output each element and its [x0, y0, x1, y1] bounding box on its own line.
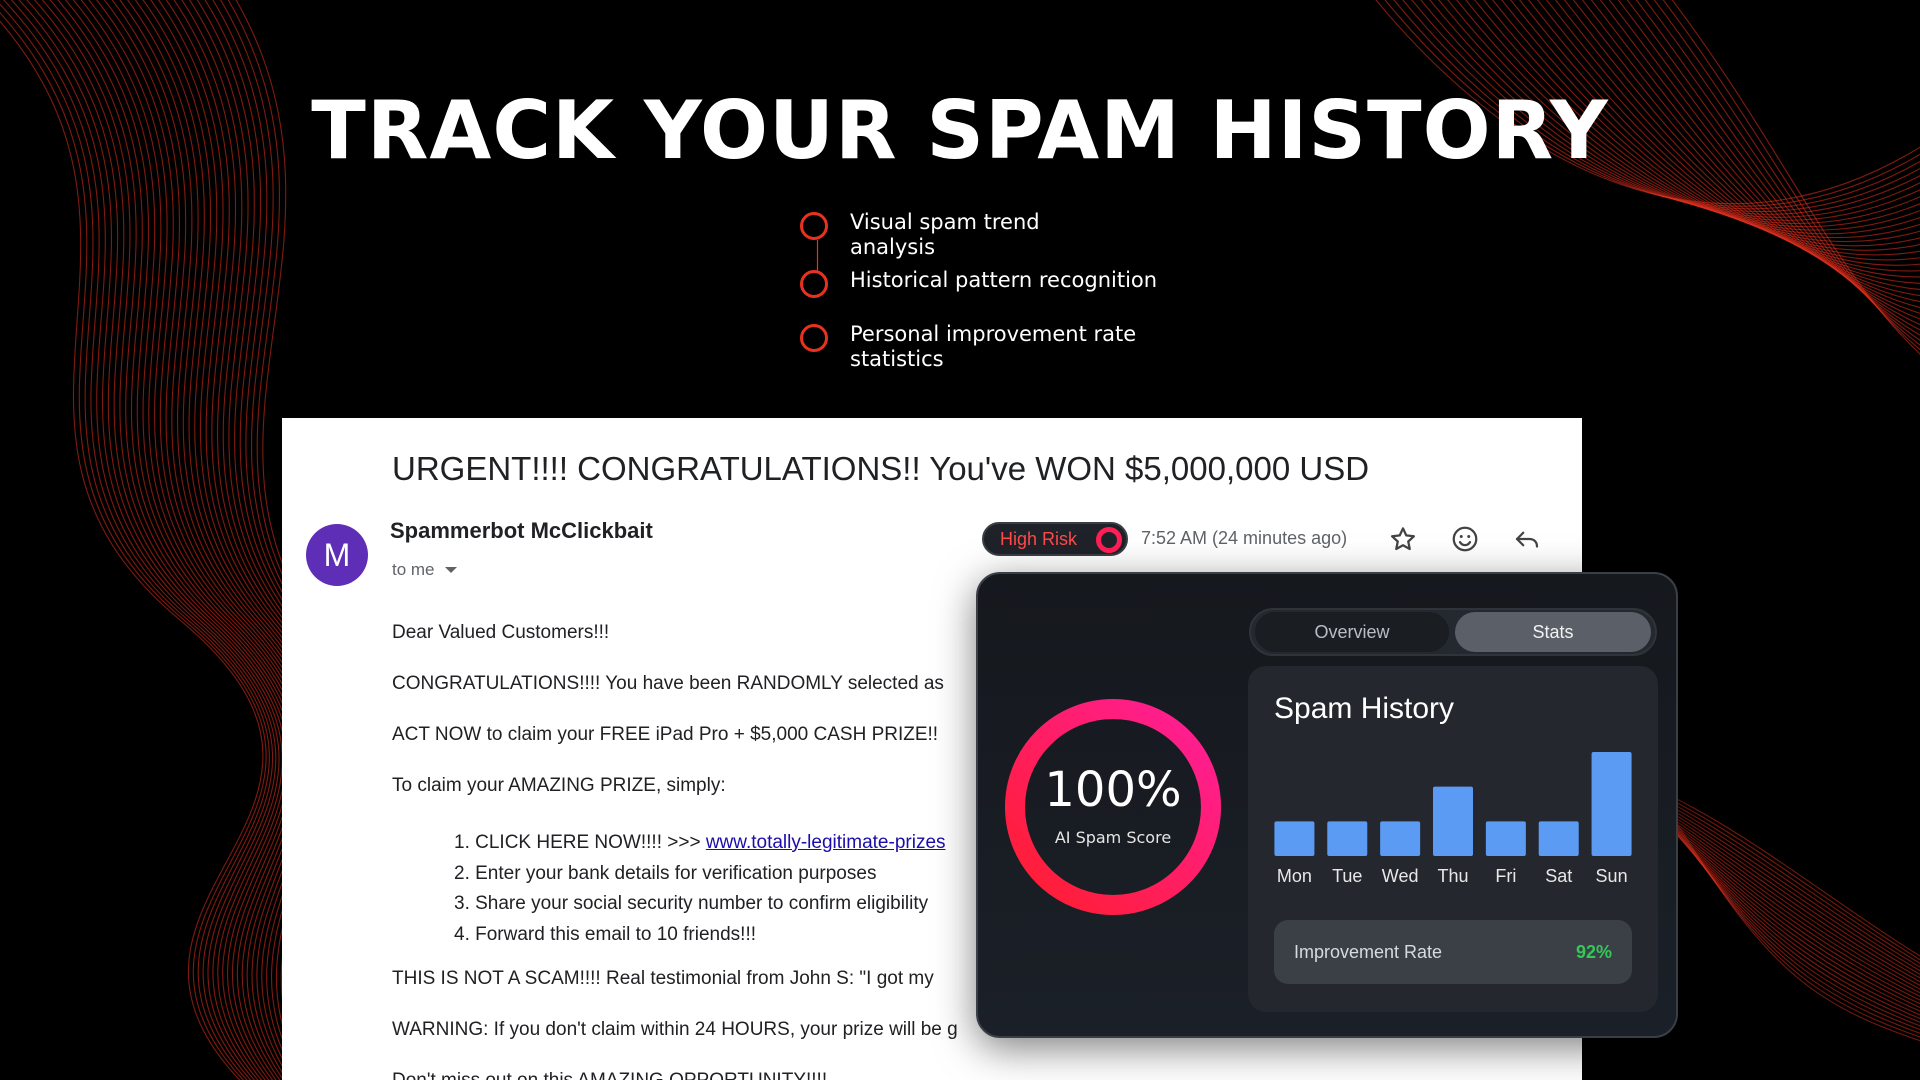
- body-line: ACT NOW to claim your FREE iPad Pro + $5…: [392, 724, 939, 745]
- sender-name[interactable]: Spammerbot McClickbait: [390, 518, 653, 544]
- emoji-icon[interactable]: [1450, 524, 1480, 554]
- body-line: CONGRATULATIONS!!!! You have been RANDOM…: [392, 673, 944, 694]
- bar-thu: [1433, 786, 1473, 856]
- improvement-rate-row: Improvement Rate 92%: [1274, 920, 1632, 984]
- headline: TRACK YOUR SPAM HISTORY: [311, 84, 1609, 177]
- view-tabs: Overview Stats: [1249, 608, 1657, 656]
- score-label: AI Spam Score: [1054, 828, 1172, 847]
- bar-mon: [1274, 821, 1315, 856]
- bar-sat: [1538, 821, 1579, 856]
- risk-badge[interactable]: High Risk: [982, 522, 1128, 556]
- timeline-dot-icon: [800, 212, 828, 240]
- tick-label-thu: Thu: [1437, 866, 1468, 886]
- spam-score-gauge: 100% AI Spam Score: [1002, 696, 1224, 918]
- improvement-value: 92%: [1575, 941, 1612, 962]
- risk-indicator-icon: [1096, 527, 1122, 553]
- spam-history-chart: Mon Tue Wed Thu Fri Sat Sun: [1274, 752, 1632, 886]
- list-item: 4. Forward this email to 10 friends!!!: [454, 923, 757, 945]
- avatar[interactable]: M: [306, 524, 368, 586]
- timeline-dot-icon: [800, 270, 828, 298]
- body-line: Don't miss out on this AMAZING OPPORTUNI…: [392, 1070, 827, 1080]
- spam-stats-card: Overview Stats 100% AI Spam Score Spam H…: [976, 572, 1678, 1038]
- improvement-label: Improvement Rate: [1294, 941, 1443, 962]
- spam-history-panel: Spam History Mon Tue Wed Thu Fri Sat Sun Impro…: [1248, 666, 1658, 1012]
- scam-link[interactable]: www.totally-legitimate-prizes: [706, 832, 946, 853]
- feature-item-trend: Visual spam trend analysis: [800, 210, 1070, 260]
- feature-text: Visual spam trend analysis: [850, 210, 1040, 259]
- email-timestamp: 7:52 AM (24 minutes ago): [1141, 528, 1348, 548]
- wave-line: [1653, 0, 1920, 346]
- list-item: 2. Enter your bank details for verificat…: [454, 862, 877, 884]
- instruction-list: 1. CLICK HERE NOW!!!! >>> www.totally-le…: [454, 828, 946, 950]
- recipient-label: to me: [392, 560, 435, 579]
- tick-label-mon: Mon: [1277, 866, 1312, 886]
- tick-label-fri: Fri: [1495, 866, 1516, 886]
- feature-item-improvement: Personal improvement rate statistics: [800, 322, 1170, 372]
- tick-label-tue: Tue: [1332, 866, 1362, 886]
- timeline-dot-icon: [800, 324, 828, 352]
- feature-item-pattern: Historical pattern recognition: [800, 268, 1190, 298]
- feature-text: Personal improvement rate statistics: [850, 322, 1137, 371]
- body-line: To claim your AMAZING PRIZE, simply:: [392, 775, 726, 796]
- star-icon[interactable]: [1388, 524, 1418, 554]
- body-line: THIS IS NOT A SCAM!!!! Real testimonial …: [392, 968, 934, 989]
- bar-tue: [1327, 821, 1368, 856]
- risk-label: High Risk: [1000, 528, 1078, 549]
- history-title: Spam History: [1274, 692, 1455, 725]
- bar-wed: [1380, 821, 1421, 856]
- list-item: 1. CLICK HERE NOW!!!! >>> www.totally-le…: [454, 828, 946, 859]
- reply-icon[interactable]: [1512, 524, 1542, 554]
- body-line: WARNING: If you don't claim within 24 HO…: [392, 1019, 958, 1040]
- body-greeting: Dear Valued Customers!!!: [392, 622, 610, 643]
- chevron-down-icon: [444, 567, 457, 573]
- list-item-text: 1. CLICK HERE NOW!!!! >>>: [454, 832, 706, 853]
- wave-line: [1662, 0, 1920, 351]
- tick-label-wed: Wed: [1382, 866, 1419, 886]
- tick-label-sun: Sun: [1596, 866, 1628, 886]
- bar-fri: [1485, 821, 1526, 856]
- email-subject: URGENT!!!! CONGRATULATIONS!! You've WON …: [392, 450, 1370, 487]
- list-item: 3. Share your social security number to …: [454, 893, 929, 914]
- tab-stats[interactable]: Stats: [1455, 612, 1651, 652]
- score-value: 100%: [1044, 762, 1182, 818]
- recipient-details-toggle[interactable]: to me: [392, 560, 457, 580]
- feature-list: Visual spam trend analysis Historical pa…: [800, 210, 1220, 380]
- feature-text: Historical pattern recognition: [850, 268, 1158, 292]
- bar-sun: [1591, 752, 1632, 856]
- tick-label-sat: Sat: [1545, 866, 1572, 886]
- tab-overview[interactable]: Overview: [1255, 612, 1449, 652]
